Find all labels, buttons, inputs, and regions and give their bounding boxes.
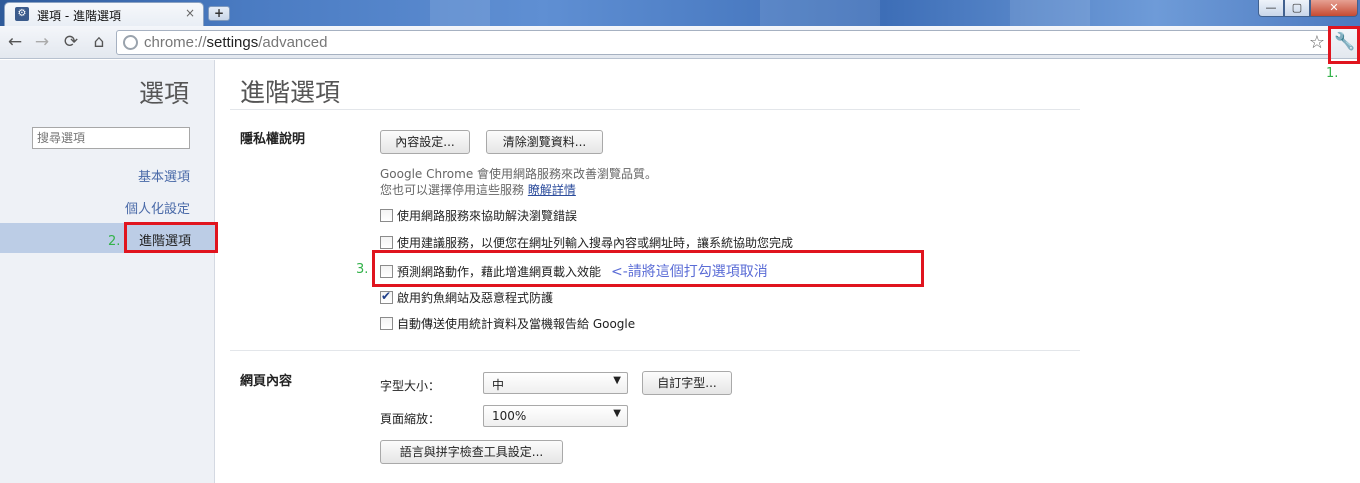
settings-favicon-icon: ⚙ <box>15 7 29 21</box>
option-usage-stats[interactable]: 自動傳送使用統計資料及當機報告給 Google <box>380 315 635 333</box>
sidebar-title: 選項 <box>138 79 189 108</box>
title-bar-decoration <box>1010 0 1090 26</box>
privacy-description: Google Chrome 會使用網路服務來改善瀏覽品質。 <box>380 167 658 181</box>
custom-fonts-button[interactable]: 自訂字型... <box>642 371 732 395</box>
page-title: 進階選項 <box>240 78 341 107</box>
reload-icon[interactable]: ⟳ <box>60 31 82 53</box>
tab-close-icon[interactable]: × <box>185 6 195 20</box>
web-content-section-title: 網頁內容 <box>240 374 293 389</box>
option-nav-error[interactable]: 使用網路服務來協助解決瀏覽錯誤 <box>380 207 577 225</box>
sidebar-item-personal[interactable]: 個人化設定 <box>125 198 190 217</box>
checkbox[interactable] <box>380 289 393 304</box>
title-bar <box>0 0 1360 26</box>
back-icon[interactable]: ← <box>4 31 26 53</box>
clear-browsing-data-button[interactable]: 清除瀏覽資料... <box>486 130 603 154</box>
search-input[interactable] <box>32 127 190 149</box>
option-phishing[interactable]: 啟用釣魚網站及惡意程式防護 <box>380 289 553 307</box>
new-tab-button[interactable]: + <box>208 6 230 21</box>
highlight-box-prefetch <box>372 250 924 287</box>
address-bar[interactable]: chrome://settings/advanced ☆ <box>116 30 1330 55</box>
annotation-step-1: 1. <box>1326 66 1339 81</box>
page-globe-icon <box>123 35 138 50</box>
font-size-value: 中 <box>492 378 505 392</box>
checkbox[interactable] <box>380 236 393 249</box>
title-bar-decoration <box>430 0 490 26</box>
annotation-step-3: 3. <box>356 262 369 277</box>
title-bar-decoration <box>760 0 880 26</box>
highlight-box-wrench <box>1328 26 1360 64</box>
divider <box>230 350 1080 351</box>
language-spellcheck-button[interactable]: 語言與拼字檢查工具設定... <box>380 440 563 464</box>
page-zoom-value: 100% <box>492 409 527 423</box>
browser-toolbar: ← → ⟳ ⌂ chrome://settings/advanced ☆ 🔧 <box>0 26 1360 59</box>
url-text[interactable]: chrome://settings/advanced <box>144 34 327 51</box>
highlight-box-advanced <box>124 222 218 253</box>
content-settings-button[interactable]: 內容設定... <box>380 130 470 154</box>
learn-more-link[interactable]: 瞭解詳情 <box>528 183 576 197</box>
checkbox[interactable] <box>380 209 393 222</box>
privacy-description-2: 您也可以選擇停用這些服務 瞭解詳情 <box>380 183 576 197</box>
tab-title: 選項 - 進階選項 <box>37 9 121 23</box>
page-zoom-label: 頁面縮放： <box>380 412 441 426</box>
dropdown-arrow-icon: ▼ <box>613 408 621 419</box>
font-size-label: 字型大小： <box>380 379 441 393</box>
forward-icon[interactable]: → <box>31 31 53 53</box>
sidebar: 選項 基本選項 個人化設定 進階選項 <box>0 60 215 483</box>
divider <box>230 109 1080 110</box>
checkbox[interactable] <box>380 317 393 330</box>
sidebar-item-basics[interactable]: 基本選項 <box>138 166 190 185</box>
annotation-step-2: 2. <box>108 234 121 249</box>
home-icon[interactable]: ⌂ <box>88 31 110 53</box>
close-window-button[interactable]: ✕ <box>1310 0 1358 17</box>
font-size-select[interactable]: 中 ▼ <box>483 372 628 394</box>
minimize-button[interactable]: — <box>1258 0 1284 17</box>
page-zoom-select[interactable]: 100% ▼ <box>483 405 628 427</box>
bookmark-star-icon[interactable]: ☆ <box>1309 32 1325 53</box>
tab-settings[interactable]: ⚙ 選項 - 進階選項 × <box>4 2 204 26</box>
privacy-section-title: 隱私權說明 <box>240 132 306 147</box>
dropdown-arrow-icon: ▼ <box>613 375 621 386</box>
maximize-button[interactable]: ▢ <box>1284 0 1310 17</box>
